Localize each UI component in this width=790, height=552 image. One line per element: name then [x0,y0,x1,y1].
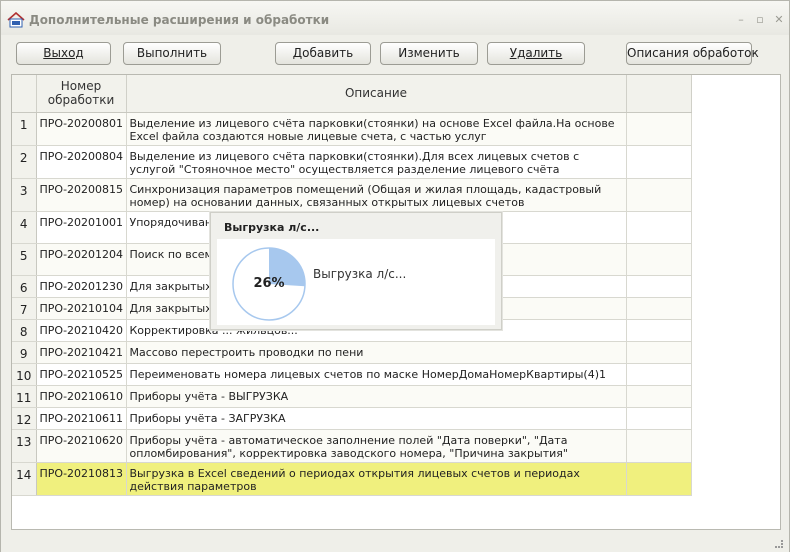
row-number-cell[interactable]: 7 [12,297,37,320]
number-cell[interactable]: ПРО-20200815 [36,178,127,212]
table-row[interactable]: 3 ПРО-20200815 Синхронизация параметров по… [12,178,692,212]
extra-cell[interactable] [626,145,692,179]
progress-dialog-title: Выгрузка л/с... [224,221,320,234]
description-cell[interactable]: Выгрузка в Excel сведений о периодах отк… [126,462,627,496]
extra-cell[interactable] [626,178,692,212]
col-header-number[interactable]: Номер обработки [36,75,127,113]
run-button[interactable]: Выполнить [123,42,221,65]
row-number-cell[interactable]: 8 [12,319,37,342]
row-number-cell[interactable]: 12 [12,407,37,430]
maximize-icon[interactable]: ▫ [754,14,766,26]
number-cell[interactable]: ПРО-20201204 [36,243,127,276]
table-row[interactable]: 14 ПРО-20210813 Выгрузка в Excel сведений … [12,462,692,496]
table-row[interactable]: 12 ПРО-20210611 Приборы учёта - ЗАГРУЗКА [12,407,692,430]
extra-cell[interactable] [626,319,692,342]
minimize-icon[interactable]: – [735,14,747,26]
row-number-cell[interactable]: 2 [12,145,37,179]
description-cell[interactable]: Выделение из лицевого счёта парковки(сто… [126,112,627,146]
description-cell[interactable]: Выделение из лицевого счёта парковки(сто… [126,145,627,179]
number-cell[interactable]: ПРО-20210104 [36,297,127,320]
row-number-cell[interactable]: 1 [12,112,37,146]
table-header: Номер обработки Описание [12,75,692,113]
number-cell[interactable]: ПРО-20200801 [36,112,127,146]
extra-cell[interactable] [626,297,692,320]
description-cell[interactable]: Приборы учёта - ВЫГРУЗКА [126,385,627,408]
description-cell[interactable]: Синхронизация параметров помещений (Обща… [126,178,627,212]
progress-percent: 26% [253,276,285,291]
close-icon[interactable]: ✕ [773,14,785,26]
number-cell[interactable]: ПРО-20210611 [36,407,127,430]
row-number-cell[interactable]: 11 [12,385,37,408]
extra-cell[interactable] [626,243,692,276]
number-cell[interactable]: ПРО-20210620 [36,429,127,463]
description-cell[interactable]: Приборы учёта - ЗАГРУЗКА [126,407,627,430]
resize-grip-icon[interactable] [775,540,783,548]
number-cell[interactable]: ПРО-20210813 [36,462,127,496]
description-cell[interactable]: Массово перестроить проводки по пени [126,341,627,364]
delete-button[interactable]: Удалить [487,42,585,65]
extra-cell[interactable] [626,341,692,364]
table-row[interactable]: 11 ПРО-20210610 Приборы учёта - ВЫГРУЗКА [12,385,692,408]
descriptions-button[interactable]: Описания обработок [626,42,759,65]
table-row[interactable]: 9 ПРО-20210421 Массово перестроить проводк… [12,341,692,364]
app-logo-icon [7,12,25,28]
row-number-cell[interactable]: 5 [12,243,37,276]
number-cell[interactable]: ПРО-20210420 [36,319,127,342]
progress-message: Выгрузка л/с... [313,267,407,281]
toolbar: Выход Выполнить Добавить Изменить Удалит… [9,37,781,69]
table-row[interactable]: 10 ПРО-20210525 Переименовать номера лицев… [12,363,692,386]
row-number-cell[interactable]: 10 [12,363,37,386]
row-number-cell[interactable]: 14 [12,462,37,496]
row-number-cell[interactable]: 13 [12,429,37,463]
table-row[interactable]: 13 ПРО-20210620 Приборы учёта - автоматиче… [12,429,692,463]
main-window: Дополнительные расширения и обработки – … [0,0,790,552]
row-number-cell[interactable]: 9 [12,341,37,364]
title-bar: Дополнительные расширения и обработки – … [1,1,789,35]
extra-cell[interactable] [626,211,692,244]
extra-cell[interactable] [626,429,692,463]
add-button[interactable]: Добавить [275,42,371,65]
number-cell[interactable]: ПРО-20200804 [36,145,127,179]
number-cell[interactable]: ПРО-20201001 [36,211,127,244]
number-cell[interactable]: ПРО-20210525 [36,363,127,386]
edit-button[interactable]: Изменить [380,42,478,65]
extra-cell[interactable] [626,363,692,386]
col-header-row-number [12,75,37,113]
col-header-extra [626,75,692,113]
status-bar [1,532,789,552]
table-row[interactable]: 1 ПРО-20200801 Выделение из лицевого счёта… [12,112,692,146]
description-cell[interactable]: Переименовать номера лицевых счетов по м… [126,363,627,386]
extra-cell[interactable] [626,275,692,298]
extra-cell[interactable] [626,462,692,496]
number-cell[interactable]: ПРО-20210610 [36,385,127,408]
number-cell[interactable]: ПРО-20201230 [36,275,127,298]
row-number-cell[interactable]: 6 [12,275,37,298]
row-number-cell[interactable]: 4 [12,211,37,244]
description-cell[interactable]: Приборы учёта - автоматическое заполнени… [126,429,627,463]
col-header-description[interactable]: Описание [126,75,627,113]
table-row[interactable]: 2 ПРО-20200804 Выделение из лицевого счёта… [12,145,692,179]
progress-dialog: Выгрузка л/с... 26% Выгрузка л/с... [210,212,502,330]
progress-dialog-body: 26% Выгрузка л/с... [217,239,495,325]
extra-cell[interactable] [626,112,692,146]
window-title: Дополнительные расширения и обработки [29,13,330,27]
extra-cell[interactable] [626,385,692,408]
extra-cell[interactable] [626,407,692,430]
number-cell[interactable]: ПРО-20210421 [36,341,127,364]
exit-button[interactable]: Выход [16,42,111,65]
row-number-cell[interactable]: 3 [12,178,37,212]
